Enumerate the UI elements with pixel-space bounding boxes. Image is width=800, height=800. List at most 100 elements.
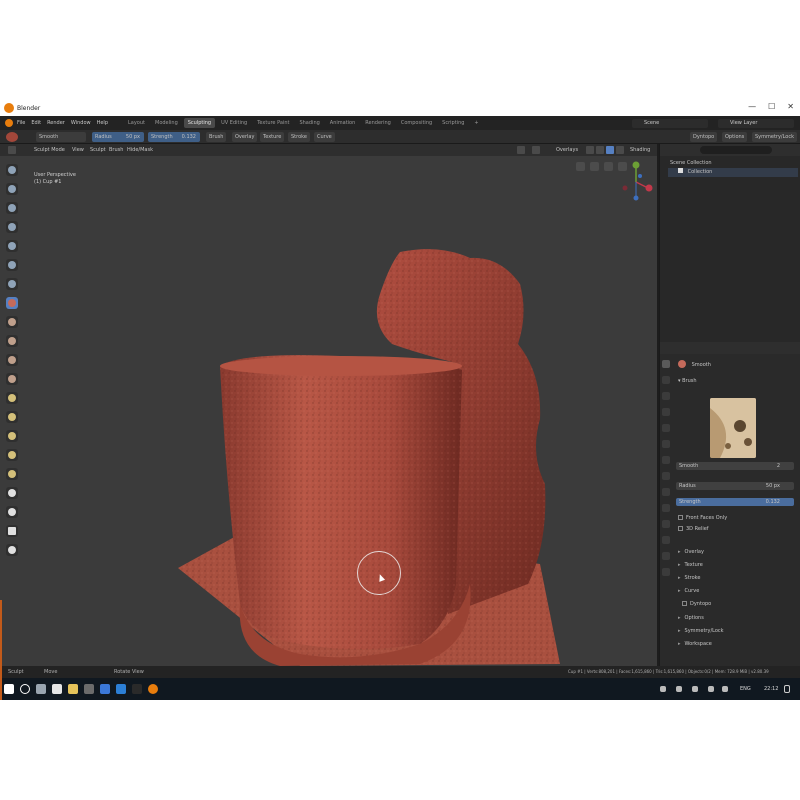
tool-nudge[interactable]: [6, 449, 18, 461]
brush-selector[interactable]: Smooth: [36, 132, 86, 142]
tool-clay[interactable]: [6, 183, 18, 195]
clock-time[interactable]: 22:12: [764, 686, 778, 692]
outliner-search-input[interactable]: [700, 146, 772, 154]
overlay-menu[interactable]: Overlay: [232, 132, 258, 142]
gizmo-x-icon[interactable]: [645, 184, 653, 192]
dyntopo-checkbox[interactable]: Dyntopo: [682, 600, 711, 608]
app-icon-3[interactable]: [100, 684, 110, 694]
strength-field[interactable]: Strength 0.132: [148, 132, 200, 142]
tool-inflate[interactable]: [6, 240, 18, 252]
tray-battery-icon[interactable]: [708, 686, 714, 692]
brush-section-toggle[interactable]: ▾ Brush: [678, 378, 697, 384]
texture-menu[interactable]: Texture: [260, 132, 285, 142]
tool-mask[interactable]: [6, 506, 18, 518]
dyntopo-menu[interactable]: Dyntopo: [690, 132, 718, 142]
tab-layout[interactable]: Layout: [124, 118, 149, 128]
menu-help[interactable]: Help: [97, 120, 108, 126]
camera-icon[interactable]: [604, 162, 613, 171]
symmetry-menu[interactable]: Symmetry/Lock: [752, 132, 798, 142]
tray-bluetooth-icon[interactable]: [692, 686, 698, 692]
tool-grab[interactable]: [6, 392, 18, 404]
tab-compositing[interactable]: Compositing: [397, 118, 436, 128]
section-options[interactable]: Options: [678, 614, 704, 622]
tab-scripting[interactable]: Scripting: [438, 118, 468, 128]
tool-pinch[interactable]: [6, 373, 18, 385]
brush-menu[interactable]: Brush: [206, 132, 227, 142]
properties-strength-field[interactable]: Strength 0.132: [676, 498, 794, 506]
menu-edit[interactable]: Edit: [31, 120, 41, 126]
tray-volume-icon[interactable]: [722, 686, 728, 692]
tool-snake-hook[interactable]: [6, 411, 18, 423]
tool-scrape[interactable]: [6, 354, 18, 366]
tray-people-icon[interactable]: [660, 686, 666, 692]
tool-layer[interactable]: [6, 221, 18, 233]
blender-menu-icon[interactable]: [5, 119, 13, 127]
tool-fill[interactable]: [6, 335, 18, 347]
world-tab-icon[interactable]: [662, 440, 670, 448]
gizmo-neg-z-icon[interactable]: [638, 174, 642, 178]
constraints-tab-icon[interactable]: [662, 520, 670, 528]
gizmo-z-icon[interactable]: [633, 195, 639, 201]
tab-rendering[interactable]: Rendering: [361, 118, 395, 128]
close-button[interactable]: ✕: [787, 102, 794, 111]
maximize-button[interactable]: ☐: [768, 102, 775, 111]
render-tab-icon[interactable]: [662, 376, 670, 384]
menu-window[interactable]: Window: [71, 120, 91, 126]
menu-render[interactable]: Render: [47, 120, 65, 126]
physics-tab-icon[interactable]: [662, 504, 670, 512]
keyboard-language[interactable]: ENG: [740, 686, 751, 692]
pan-icon[interactable]: [590, 162, 599, 171]
app-icon-2[interactable]: [84, 684, 94, 694]
front-faces-checkbox[interactable]: Front Faces Only: [678, 514, 727, 522]
data-tab-icon[interactable]: [662, 536, 670, 544]
section-stroke[interactable]: Stroke: [678, 574, 701, 582]
section-overlay[interactable]: Overlay: [678, 548, 704, 556]
menu-file[interactable]: File: [17, 120, 25, 126]
navigation-gizmo[interactable]: [616, 158, 656, 204]
tab-uv-editing[interactable]: UV Editing: [217, 118, 251, 128]
texture-tab-icon[interactable]: [662, 568, 670, 576]
gizmo-neg-x-icon[interactable]: [622, 185, 628, 191]
tab-sculpting[interactable]: Sculpting: [183, 118, 216, 128]
tab-shading[interactable]: Shading: [295, 118, 323, 128]
section-texture[interactable]: Texture: [678, 561, 703, 569]
tab-texture-paint[interactable]: Texture Paint: [253, 118, 293, 128]
zoom-icon[interactable]: [576, 162, 585, 171]
tab-modeling[interactable]: Modeling: [151, 118, 182, 128]
view-layer-tab-icon[interactable]: [662, 408, 670, 416]
tool-box-mask[interactable]: [6, 525, 18, 537]
scene-tab-icon[interactable]: [662, 424, 670, 432]
tab-animation[interactable]: Animation: [326, 118, 360, 128]
minimize-button[interactable]: —: [748, 102, 756, 111]
tool-smooth[interactable]: [6, 297, 18, 309]
tool-thumb[interactable]: [6, 430, 18, 442]
task-view-icon[interactable]: [36, 684, 46, 694]
windows-start-icon[interactable]: [4, 684, 14, 694]
section-curve[interactable]: Curve: [678, 587, 700, 595]
object-tab-icon[interactable]: [662, 456, 670, 464]
tool-rotate[interactable]: [6, 468, 18, 480]
tray-network-icon[interactable]: [676, 686, 682, 692]
sculpt-model[interactable]: [0, 144, 657, 666]
outliner-collection-row[interactable]: Collection: [678, 168, 712, 176]
3d-viewport[interactable]: Sculpt Mode View Sculpt Brush Hide/Mask …: [0, 144, 657, 666]
app-icon-1[interactable]: [52, 684, 62, 694]
gizmo-y-icon[interactable]: [632, 161, 640, 169]
modifier-tab-icon[interactable]: [662, 472, 670, 480]
stroke-menu[interactable]: Stroke: [288, 132, 310, 142]
tool-clay-strips[interactable]: [6, 202, 18, 214]
brush-name-field[interactable]: Smooth 2: [676, 462, 794, 470]
app-icon-5[interactable]: [132, 684, 142, 694]
output-tab-icon[interactable]: [662, 392, 670, 400]
scene-selector[interactable]: Scene: [632, 119, 708, 128]
material-tab-icon[interactable]: [662, 552, 670, 560]
outliner-scene-collection[interactable]: Scene Collection: [670, 159, 712, 167]
notifications-icon[interactable]: [784, 685, 790, 693]
brush-preview-image[interactable]: [710, 398, 756, 458]
search-icon[interactable]: [20, 684, 30, 694]
brush-icon[interactable]: [6, 132, 18, 142]
section-workspace[interactable]: Workspace: [678, 640, 712, 648]
section-symmetry[interactable]: Symmetry/Lock: [678, 627, 724, 635]
view-layer-selector[interactable]: View Layer: [718, 119, 794, 128]
tool-crease[interactable]: [6, 278, 18, 290]
